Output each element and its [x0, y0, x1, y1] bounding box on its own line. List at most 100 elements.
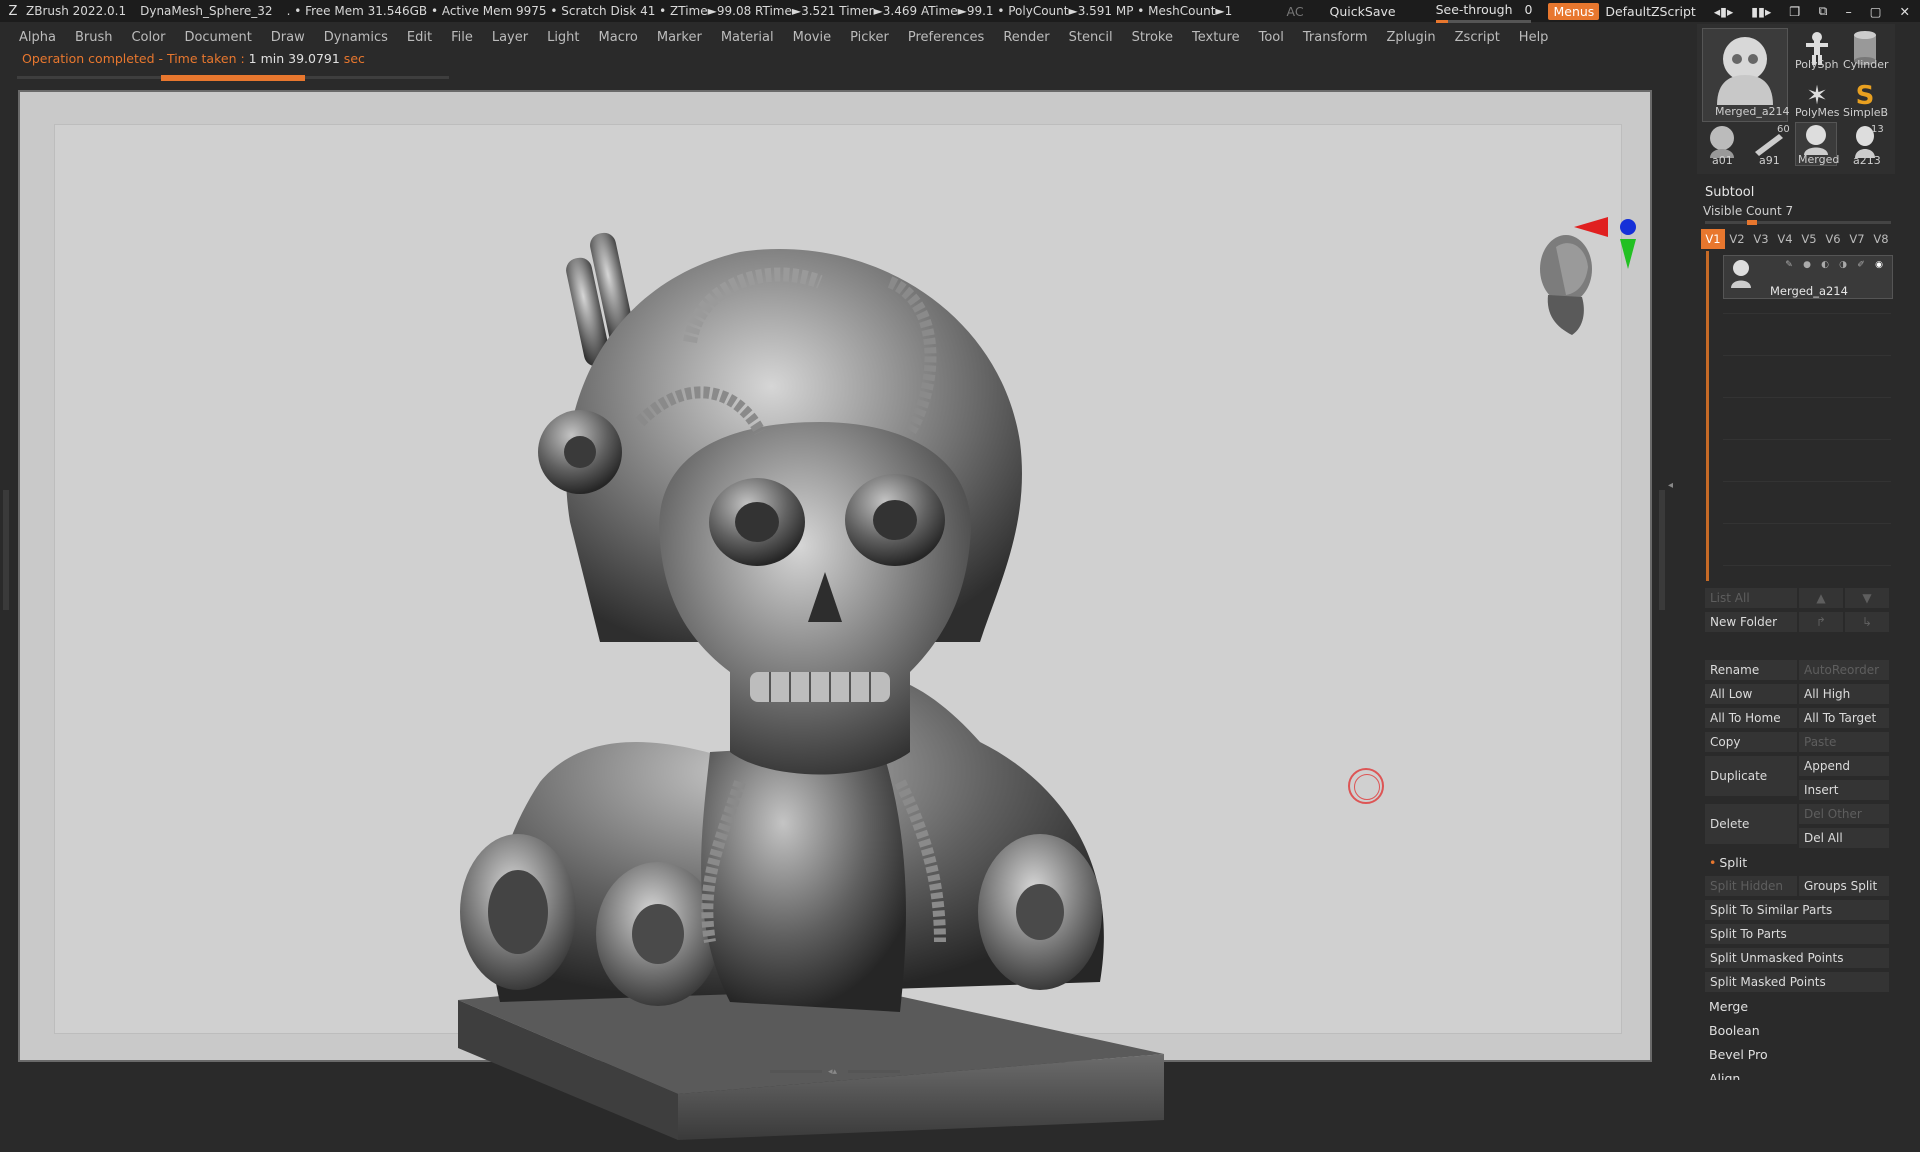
menu-brush[interactable]: Brush — [75, 30, 113, 45]
tab-v2[interactable]: V2 — [1725, 229, 1749, 249]
menu-tool[interactable]: Tool — [1259, 30, 1284, 45]
menu-dynamics[interactable]: Dynamics — [324, 30, 388, 45]
tab-v8[interactable]: V8 — [1869, 229, 1893, 249]
copy-button[interactable]: Copy — [1705, 732, 1797, 752]
subtool-title[interactable]: Subtool — [1705, 185, 1754, 200]
split-unmasked-points-button[interactable]: Split Unmasked Points — [1705, 948, 1889, 968]
split-to-similar-parts-button[interactable]: Split To Similar Parts — [1705, 900, 1889, 920]
all-to-target-button[interactable]: All To Target — [1799, 708, 1889, 728]
menu-help[interactable]: Help — [1519, 30, 1549, 45]
append-button[interactable]: Append — [1799, 756, 1889, 776]
align-section-header[interactable]: Align — [1705, 1068, 1891, 1080]
menus-toggle-button[interactable]: Menus — [1548, 2, 1600, 20]
tab-v7[interactable]: V7 — [1845, 229, 1869, 249]
window-cascade-icon[interactable]: ⧉ — [1819, 3, 1828, 19]
right-tray-arrow-icon[interactable]: ◂ — [1668, 480, 1680, 610]
menu-edit[interactable]: Edit — [407, 30, 432, 45]
visible-count-slider[interactable] — [1705, 221, 1891, 224]
groups-split-button[interactable]: Groups Split — [1799, 876, 1889, 896]
subtool-paint-icon[interactable]: ✐ — [1852, 260, 1870, 270]
boolean-section-header[interactable]: Boolean — [1705, 1020, 1891, 1042]
menu-preferences[interactable]: Preferences — [908, 30, 984, 45]
auto-reorder-button[interactable]: AutoReorder — [1799, 660, 1889, 680]
menu-light[interactable]: Light — [547, 30, 579, 45]
subtool-polypaint-icon[interactable]: ✎ — [1780, 260, 1798, 270]
menu-stencil[interactable]: Stencil — [1069, 30, 1113, 45]
split-hidden-button[interactable]: Split Hidden — [1705, 876, 1797, 896]
folder-in-icon[interactable]: ↱ — [1799, 612, 1843, 632]
menu-document[interactable]: Document — [184, 30, 251, 45]
sculpt-model[interactable] — [440, 222, 1200, 1152]
minimize-icon[interactable]: – — [1845, 4, 1851, 19]
quicksave-button[interactable]: QuickSave — [1330, 4, 1396, 19]
menu-marker[interactable]: Marker — [657, 30, 702, 45]
layout-icon[interactable]: ◂▮▸ — [1714, 4, 1733, 19]
delete-button[interactable]: Delete — [1705, 804, 1797, 844]
bottom-tray-handle[interactable]: ◂▴ — [770, 1068, 900, 1077]
palette-icon[interactable]: ▮▮▸ — [1751, 4, 1771, 19]
ac-toggle[interactable]: AC — [1286, 4, 1303, 19]
tool-a01[interactable]: a01 — [1702, 124, 1742, 167]
see-through-slider[interactable]: See-through 0 — [1435, 2, 1532, 23]
menu-zplugin[interactable]: Zplugin — [1387, 30, 1436, 45]
tool-a91[interactable]: 60 a91 — [1749, 124, 1790, 167]
current-tool-thumb[interactable]: Merged_a214 — [1702, 28, 1790, 122]
navigation-head-gizmo[interactable] — [1520, 207, 1650, 347]
menu-movie[interactable]: Movie — [793, 30, 831, 45]
split-to-parts-button[interactable]: Split To Parts — [1705, 924, 1889, 944]
bevel-pro-section-header[interactable]: Bevel Pro — [1705, 1044, 1891, 1066]
close-icon[interactable]: ✕ — [1900, 4, 1910, 19]
menu-macro[interactable]: Macro — [599, 30, 638, 45]
folder-out-icon[interactable]: ↳ — [1845, 612, 1889, 632]
paste-button[interactable]: Paste — [1799, 732, 1889, 752]
all-high-button[interactable]: All High — [1799, 684, 1889, 704]
tab-v1[interactable]: V1 — [1701, 229, 1725, 249]
right-tray-handle[interactable] — [1659, 490, 1665, 610]
maximize-icon[interactable]: ▢ — [1870, 4, 1882, 19]
menu-alpha[interactable]: Alpha — [19, 30, 56, 45]
tool-a213[interactable]: 13 a213 — [1845, 124, 1885, 167]
all-to-home-button[interactable]: All To Home — [1705, 708, 1797, 728]
subtool-list-scrollbar[interactable] — [1706, 251, 1709, 581]
tab-v3[interactable]: V3 — [1749, 229, 1773, 249]
merge-section-header[interactable]: Merge — [1705, 996, 1891, 1018]
tool-merged[interactable]: Merged — [1795, 122, 1839, 166]
move-down-icon[interactable]: ▼ — [1845, 588, 1889, 608]
tab-v4[interactable]: V4 — [1773, 229, 1797, 249]
document-canvas[interactable] — [18, 90, 1652, 1140]
subtool-item[interactable]: ✎ ● ◐ ◑ ✐ ◉ Merged_a214 — [1723, 255, 1893, 299]
visible-count-knob[interactable] — [1747, 220, 1757, 225]
menu-texture[interactable]: Texture — [1192, 30, 1240, 45]
menu-color[interactable]: Color — [131, 30, 165, 45]
split-masked-points-button[interactable]: Split Masked Points — [1705, 972, 1889, 992]
menu-stroke[interactable]: Stroke — [1132, 30, 1173, 45]
subtool-visibility-eye-icon[interactable]: ◉ — [1870, 260, 1888, 270]
subtool-brush-icon[interactable]: ◑ — [1834, 260, 1852, 270]
menu-picker[interactable]: Picker — [850, 30, 889, 45]
menu-render[interactable]: Render — [1003, 30, 1049, 45]
all-low-button[interactable]: All Low — [1705, 684, 1797, 704]
menu-layer[interactable]: Layer — [492, 30, 528, 45]
rename-button[interactable]: Rename — [1705, 660, 1797, 680]
menu-transform[interactable]: Transform — [1303, 30, 1368, 45]
see-through-track[interactable] — [1435, 19, 1531, 23]
del-all-button[interactable]: Del All — [1799, 828, 1889, 848]
list-all-button[interactable]: List All — [1705, 588, 1797, 608]
subtool-toggle-icon[interactable]: ● — [1798, 260, 1816, 270]
menu-zscript[interactable]: Zscript — [1455, 30, 1500, 45]
move-up-icon[interactable]: ▲ — [1799, 588, 1843, 608]
split-section-header[interactable]: Split — [1705, 852, 1891, 874]
menu-material[interactable]: Material — [721, 30, 774, 45]
default-zscript-button[interactable]: DefaultZScript — [1605, 4, 1696, 19]
subtool-folder-icon[interactable]: ◐ — [1816, 260, 1834, 270]
menu-file[interactable]: File — [451, 30, 473, 45]
window-tile-icon[interactable]: ❐ — [1789, 4, 1800, 19]
duplicate-button[interactable]: Duplicate — [1705, 756, 1797, 796]
del-other-button[interactable]: Del Other — [1799, 804, 1889, 824]
tab-v5[interactable]: V5 — [1797, 229, 1821, 249]
tab-v6[interactable]: V6 — [1821, 229, 1845, 249]
left-tray-handle[interactable] — [3, 490, 9, 610]
insert-button[interactable]: Insert — [1799, 780, 1889, 800]
menu-draw[interactable]: Draw — [271, 30, 305, 45]
new-folder-button[interactable]: New Folder — [1705, 612, 1797, 632]
